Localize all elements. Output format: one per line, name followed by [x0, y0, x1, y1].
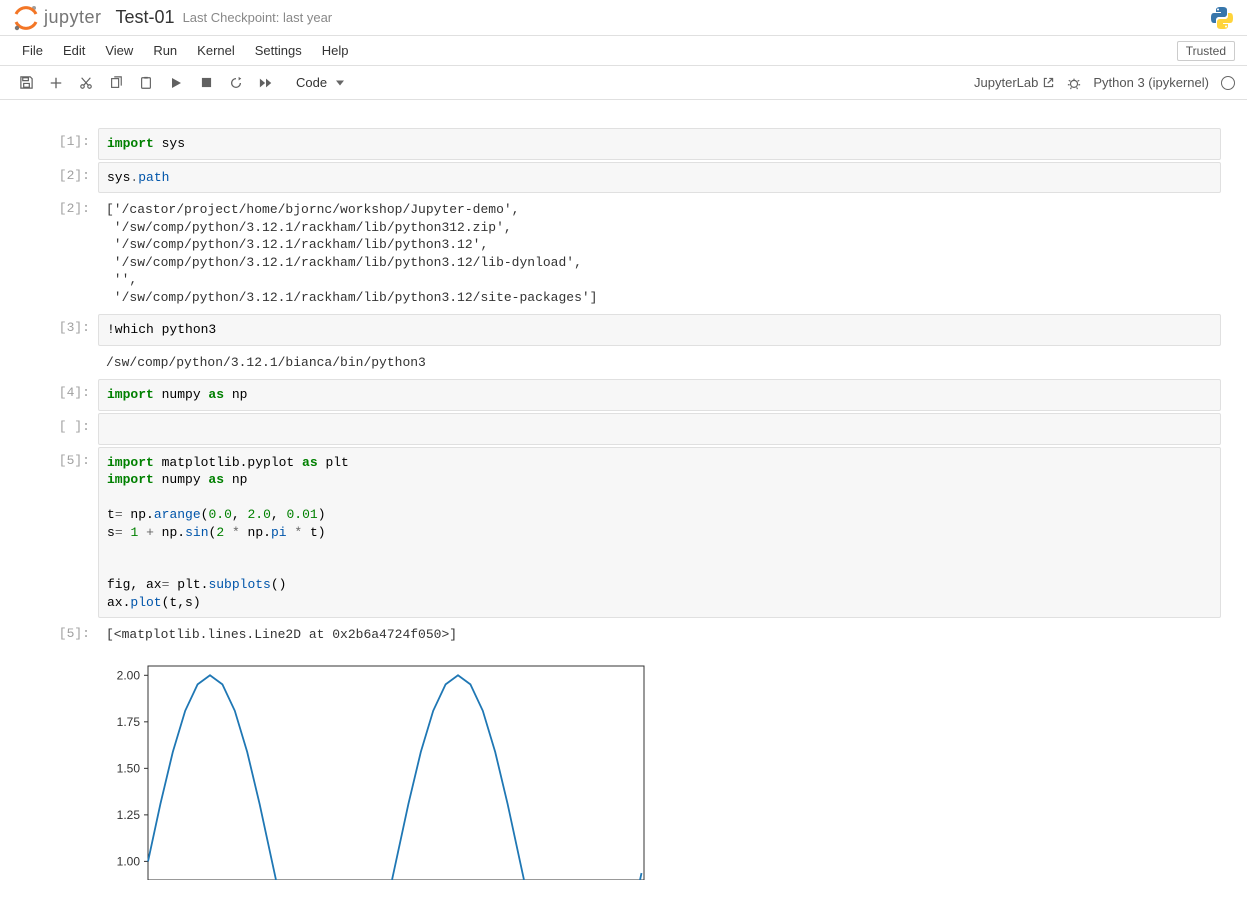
cell-prompt: [2]: [16, 162, 98, 194]
menu-kernel[interactable]: Kernel [187, 37, 245, 64]
run-icon[interactable] [162, 70, 190, 96]
svg-text:2.00: 2.00 [117, 668, 141, 682]
chart-svg: 1.00 1.25 1.50 1.75 2.00 [98, 660, 646, 880]
svg-text:1.50: 1.50 [117, 761, 141, 775]
debug-icon[interactable] [1067, 76, 1081, 90]
add-cell-icon[interactable] [42, 70, 70, 96]
save-icon[interactable] [12, 70, 40, 96]
restart-icon[interactable] [222, 70, 250, 96]
cell-prompt [16, 348, 98, 378]
cell-body: ['/castor/project/home/bjornc/workshop/J… [98, 195, 1221, 312]
external-link-icon [1042, 76, 1055, 89]
chart: 1.00 1.25 1.50 1.75 2.00 [98, 652, 1221, 880]
header: jupyter Test-01 Last Checkpoint: last ye… [0, 0, 1247, 36]
notebook-title[interactable]: Test-01 [116, 7, 175, 28]
kernel-name[interactable]: Python 3 (ipykernel) [1093, 75, 1209, 90]
kernel-status-icon [1221, 76, 1235, 90]
paste-icon[interactable] [132, 70, 160, 96]
cell-prompt: [5]: [16, 620, 98, 650]
code-input[interactable]: import matplotlib.pyplot as plt import n… [98, 447, 1221, 619]
code-input[interactable]: sys.path [98, 162, 1221, 194]
output-text: [<matplotlib.lines.Line2D at 0x2b6a4724f… [98, 620, 1221, 650]
code-input[interactable]: !which python3 [98, 314, 1221, 346]
chart-output-cell: 1.00 1.25 1.50 1.75 2.00 [16, 652, 1231, 880]
output-text: ['/castor/project/home/bjornc/workshop/J… [98, 195, 1221, 312]
menu-run[interactable]: Run [143, 37, 187, 64]
output-text: /sw/comp/python/3.12.1/bianca/bin/python… [98, 348, 1221, 378]
cell-body: 1.00 1.25 1.50 1.75 2.00 [98, 652, 1221, 880]
menu-settings[interactable]: Settings [245, 37, 312, 64]
cell-type-select[interactable]: Code [282, 73, 348, 92]
cell-body: /sw/comp/python/3.12.1/bianca/bin/python… [98, 348, 1221, 378]
code-input[interactable]: import numpy as np [98, 379, 1221, 411]
jupyterlab-link[interactable]: JupyterLab [974, 75, 1055, 90]
cell-body: sys.path [98, 162, 1221, 194]
cell-body: [<matplotlib.lines.Line2D at 0x2b6a4724f… [98, 620, 1221, 650]
menubar: FileEditViewRunKernelSettingsHelp Truste… [0, 36, 1247, 66]
notebook: [1]:import sys[2]:sys.path[2]:['/castor/… [16, 120, 1231, 888]
svg-text:1.00: 1.00 [117, 854, 141, 868]
output-cell: [5]:[<matplotlib.lines.Line2D at 0x2b6a4… [16, 620, 1231, 650]
stop-icon[interactable] [192, 70, 220, 96]
code-cell[interactable]: [ ]: [16, 413, 1231, 445]
cell-body [98, 413, 1221, 445]
cell-prompt [16, 652, 98, 880]
code-cell[interactable]: [4]:import numpy as np [16, 379, 1231, 411]
code-cell[interactable]: [2]:sys.path [16, 162, 1231, 194]
output-cell: /sw/comp/python/3.12.1/bianca/bin/python… [16, 348, 1231, 378]
cell-body: import numpy as np [98, 379, 1221, 411]
cell-body: import matplotlib.pyplot as plt import n… [98, 447, 1221, 619]
code-cell[interactable]: [1]:import sys [16, 128, 1231, 160]
toolbar: Code JupyterLab Python 3 (ipykernel) [0, 66, 1247, 100]
menu-view[interactable]: View [95, 37, 143, 64]
code-cell[interactable]: [5]:import matplotlib.pyplot as plt impo… [16, 447, 1231, 619]
code-input[interactable] [98, 413, 1221, 445]
cell-prompt: [1]: [16, 128, 98, 160]
output-cell: [2]:['/castor/project/home/bjornc/worksh… [16, 195, 1231, 312]
code-cell[interactable]: [3]:!which python3 [16, 314, 1231, 346]
cell-body: !which python3 [98, 314, 1221, 346]
jupyter-icon [12, 4, 40, 32]
svg-text:1.75: 1.75 [117, 715, 141, 729]
menu-help[interactable]: Help [312, 37, 359, 64]
cell-prompt: [5]: [16, 447, 98, 619]
menu-file[interactable]: File [12, 37, 53, 64]
fast-forward-icon[interactable] [252, 70, 280, 96]
cell-prompt: [2]: [16, 195, 98, 312]
jupyter-logo[interactable]: jupyter [12, 4, 102, 32]
cell-prompt: [ ]: [16, 413, 98, 445]
cell-prompt: [4]: [16, 379, 98, 411]
cell-body: import sys [98, 128, 1221, 160]
jupyterlab-label: JupyterLab [974, 75, 1038, 90]
brand-text: jupyter [44, 7, 102, 28]
notebook-container: [1]:import sys[2]:sys.path[2]:['/castor/… [0, 100, 1247, 908]
svg-text:1.25: 1.25 [117, 808, 141, 822]
checkpoint-text: Last Checkpoint: last year [183, 10, 333, 25]
trusted-badge[interactable]: Trusted [1177, 41, 1235, 61]
code-input[interactable]: import sys [98, 128, 1221, 160]
python-icon [1209, 5, 1235, 31]
cell-prompt: [3]: [16, 314, 98, 346]
cut-icon[interactable] [72, 70, 100, 96]
menu-edit[interactable]: Edit [53, 37, 95, 64]
copy-icon[interactable] [102, 70, 130, 96]
